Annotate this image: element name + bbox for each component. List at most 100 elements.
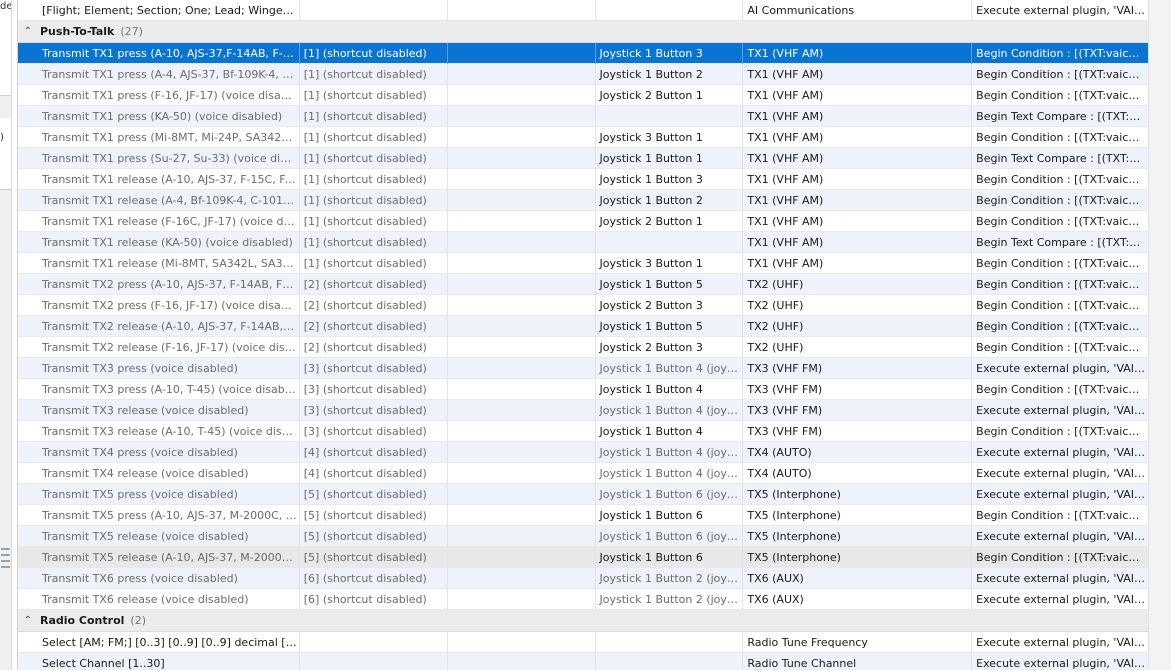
action-cell: Execute external plugin, 'VAICO... [976,404,1148,417]
action-cell: Begin Condition : [(TXT:vaicom... [976,173,1148,186]
row-indent [18,85,38,106]
table-row[interactable]: Transmit TX1 release (F-16C, JF-17) (voi… [18,211,1148,232]
joystick-cell: Joystick 1 Button 5 [596,316,744,337]
category-cell: TX1 (VHF AM) [743,253,973,274]
table-row[interactable]: Transmit TX1 press (F-16, JF-17) (voice … [18,85,1148,106]
row-indent [18,274,38,295]
left-panel-block [0,14,11,96]
joystick-cell: Joystick 1 Button 4 [596,421,744,442]
shortcut-cell: [6] (shortcut disabled) [300,589,448,610]
action-cell: Begin Condition : [(TXT:vaicom... [976,299,1148,312]
table-row[interactable]: Transmit TX1 release (A-10, AJS-37, F-15… [18,169,1148,190]
empty-cell [448,526,596,547]
table-row[interactable]: Transmit TX3 press (A-10, T-45) (voice d… [18,379,1148,400]
command-name-cell: Transmit TX1 press (F-16, JF-17) (voice … [38,85,300,106]
joystick-cell [596,232,744,253]
category-cell: Radio Tune Channel [743,653,973,670]
row-indent [18,169,38,190]
row-indent [18,190,38,211]
category-cell: TX1 (VHF AM) [743,64,973,85]
joystick-cell: Joystick 1 Button 3 [596,43,744,64]
group-header[interactable]: ⌃ Push-To-Talk (27) [18,21,1148,43]
table-row[interactable]: Transmit TX3 release (A-10, T-45) (voice… [18,421,1148,442]
action-cell: Begin Text Compare : [(TXT:vaic... [976,236,1148,249]
command-name-cell: Transmit TX3 release (voice disabled) [38,400,300,421]
empty-cell [448,442,596,463]
group-count: (27) [120,24,143,38]
table-row[interactable]: [Flight; Element; Section; One; Lead; Wi… [18,0,1148,21]
row-indent [18,127,38,148]
row-indent [18,358,38,379]
table-row[interactable]: Transmit TX3 press (voice disabled) [3] (… [18,358,1148,379]
chevron-up-icon[interactable]: ⌃ [18,21,38,43]
table-row[interactable]: Transmit TX2 release (F-16, JF-17) (voic… [18,337,1148,358]
shortcut-cell: [3] (shortcut disabled) [300,421,448,442]
table-row[interactable]: Transmit TX5 release (A-10, AJS-37, M-20… [18,547,1148,568]
table-row[interactable]: Transmit TX5 release (voice disabled) [5]… [18,526,1148,547]
table-row[interactable]: Transmit TX6 press (voice disabled) [6] (… [18,568,1148,589]
table-row[interactable]: Transmit TX2 press (F-16, JF-17) (voice … [18,295,1148,316]
category-cell: TX5 (Interphone) [743,547,973,568]
command-name-cell: Transmit TX6 release (voice disabled) [38,589,300,610]
row-indent [18,316,38,337]
empty-cell [448,337,596,358]
table-row[interactable]: Transmit TX1 release (A-4, Bf-109K-4, C-… [18,190,1148,211]
row-indent [18,400,38,421]
row-indent [18,463,38,484]
category-cell: TX2 (UHF) [743,337,973,358]
row-indent [18,379,38,400]
chevron-up-icon[interactable]: ⌃ [18,610,38,632]
table-row[interactable]: Transmit TX1 press (A-10, AJS-37,F-14AB,… [18,43,1148,64]
table-row[interactable]: Transmit TX4 press (voice disabled) [4] (… [18,442,1148,463]
group-header[interactable]: ⌃ Radio Control (2) [18,610,1148,632]
shortcut-cell: [5] (shortcut disabled) [300,547,448,568]
table-row[interactable]: Transmit TX6 release (voice disabled) [6]… [18,589,1148,610]
category-cell: TX1 (VHF AM) [743,232,973,253]
row-indent [18,526,38,547]
command-name-cell: Transmit TX2 release (A-10, AJS-37, F-14… [38,316,300,337]
table-row[interactable]: Transmit TX1 release (KA-50) (voice disa… [18,232,1148,253]
row-indent [18,64,38,85]
shortcut-cell: [1] (shortcut disabled) [300,148,448,169]
category-cell: TX2 (UHF) [743,295,973,316]
category-cell: TX6 (AUX) [743,568,973,589]
joystick-cell: Joystick 1 Button 2 (joysti... [596,568,744,589]
command-name-cell: Transmit TX1 release (KA-50) (voice disa… [38,232,300,253]
table-row[interactable]: Select Channel [1..30] Radio Tune Channel… [18,653,1148,670]
joystick-cell: Joystick 1 Button 4 (joysti... [596,442,744,463]
table-row[interactable]: Transmit TX1 press (A-4, AJS-37, Bf-109K… [18,64,1148,85]
table-row[interactable]: Transmit TX3 release (voice disabled) [3]… [18,400,1148,421]
table-row[interactable]: Transmit TX1 press (Mi-8MT, Mi-24P, SA34… [18,127,1148,148]
table-row[interactable]: Transmit TX1 release (Mi-8MT, SA342L, SA… [18,253,1148,274]
table-row[interactable]: Transmit TX2 release (A-10, AJS-37, F-14… [18,316,1148,337]
table-row[interactable]: Transmit TX5 press (A-10, AJS-37, M-2000… [18,505,1148,526]
command-name-cell: Select Channel [1..30] [38,653,300,670]
row-indent [18,421,38,442]
vertical-scrollbar[interactable] [1148,0,1171,670]
category-cell: TX1 (VHF AM) [743,148,973,169]
row-indent [18,211,38,232]
shortcut-cell: [4] (shortcut disabled) [300,442,448,463]
joystick-cell: Joystick 1 Button 2 [596,190,744,211]
commands-grid[interactable]: [Flight; Element; Section; One; Lead; Wi… [17,0,1148,670]
category-cell: TX1 (VHF AM) [743,43,973,64]
table-row[interactable]: Transmit TX4 release (voice disabled) [4]… [18,463,1148,484]
table-row[interactable]: Select [AM; FM;] [0..3] [0..9] [0..9] de… [18,632,1148,653]
empty-cell [448,421,596,442]
table-row[interactable]: Transmit TX2 press (A-10, AJS-37, F-14AB… [18,274,1148,295]
joystick-cell: Joystick 3 Button 1 [596,253,744,274]
command-name-cell: Transmit TX4 release (voice disabled) [38,463,300,484]
joystick-cell: Joystick 1 Button 3 [596,169,744,190]
row-indent [18,337,38,358]
action-cell: Begin Condition : [(TXT:vaicom... [976,320,1148,333]
left-panel-list-icon [1,548,10,572]
category-cell: TX1 (VHF AM) [743,190,973,211]
shortcut-cell: [1] (shortcut disabled) [300,106,448,127]
command-name-cell: Transmit TX1 press (KA-50) (voice disabl… [38,106,300,127]
table-row[interactable]: Transmit TX1 press (Su-27, Su-33) (voice… [18,148,1148,169]
table-row[interactable]: Transmit TX1 press (KA-50) (voice disabl… [18,106,1148,127]
table-row[interactable]: Transmit TX5 press (voice disabled) [5] (… [18,484,1148,505]
command-name-cell: Transmit TX2 press (F-16, JF-17) (voice … [38,295,300,316]
category-cell: TX1 (VHF AM) [743,85,973,106]
shortcut-cell: [3] (shortcut disabled) [300,379,448,400]
